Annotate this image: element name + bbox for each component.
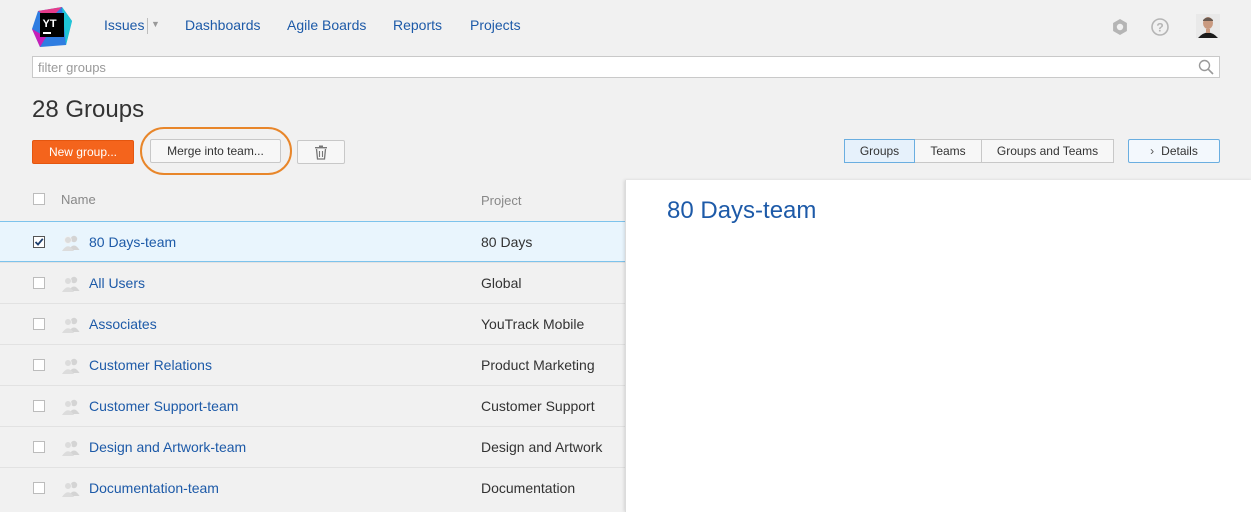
group-project: Design and Artwork: [481, 439, 603, 455]
trash-icon: [315, 145, 327, 160]
help-icon[interactable]: ?: [1150, 17, 1170, 37]
group-icon: [62, 481, 80, 497]
checkmark-icon: [34, 238, 44, 246]
column-project[interactable]: Project: [481, 193, 521, 208]
filter-groups-input[interactable]: [33, 57, 1188, 77]
table-row[interactable]: Documentation-team Documentation: [0, 467, 625, 508]
row-checkbox[interactable]: [33, 359, 45, 371]
nav-projects[interactable]: Projects: [470, 17, 521, 33]
table-header: Name Project: [0, 180, 625, 220]
tab-teams[interactable]: Teams: [914, 139, 982, 163]
logo-text: YT: [43, 18, 57, 30]
tab-groups[interactable]: Groups: [844, 139, 915, 163]
youtrack-logo[interactable]: YT: [32, 7, 72, 47]
column-name[interactable]: Name: [61, 192, 96, 207]
group-icon: [62, 276, 80, 292]
details-button[interactable]: › Details: [1128, 139, 1220, 163]
group-name-link[interactable]: Customer Support-team: [89, 398, 238, 414]
nav-dashboards[interactable]: Dashboards: [185, 17, 261, 33]
group-project: YouTrack Mobile: [481, 316, 585, 332]
tab-groups-and-teams[interactable]: Groups and Teams: [981, 139, 1114, 163]
row-checkbox[interactable]: [33, 400, 45, 412]
settings-icon[interactable]: [1110, 17, 1130, 37]
table-row[interactable]: All Users Global: [0, 262, 625, 303]
row-checkbox[interactable]: [33, 441, 45, 453]
group-icon: [62, 235, 80, 251]
search-icon[interactable]: [1198, 59, 1214, 75]
group-name-link[interactable]: Associates: [89, 316, 157, 332]
new-group-button[interactable]: New group...: [32, 140, 134, 164]
group-project: Customer Support: [481, 398, 595, 414]
table-row[interactable]: Customer Relations Product Marketing: [0, 344, 625, 385]
group-project: Product Marketing: [481, 357, 595, 373]
row-checkbox[interactable]: [33, 482, 45, 494]
group-icon: [62, 440, 80, 456]
group-icon: [62, 399, 80, 415]
filter-groups-box: [32, 56, 1220, 78]
page-title: 28 Groups: [32, 96, 145, 123]
merge-into-team-button[interactable]: Merge into team...: [150, 139, 281, 163]
chevron-right-icon: ›: [1150, 144, 1155, 158]
row-checkbox[interactable]: [33, 277, 45, 289]
group-project: Global: [481, 275, 522, 291]
group-name-link[interactable]: Documentation-team: [89, 480, 219, 496]
nav-reports[interactable]: Reports: [393, 17, 442, 33]
group-icon: [62, 317, 80, 333]
group-icon: [62, 358, 80, 374]
table-row[interactable]: Design and Artwork-team Design and Artwor…: [0, 426, 625, 467]
row-checkbox[interactable]: [33, 318, 45, 330]
avatar[interactable]: [1196, 14, 1220, 38]
nav-issues[interactable]: Issues: [104, 17, 144, 33]
group-name-link[interactable]: All Users: [89, 275, 145, 291]
group-project: 80 Days: [481, 234, 533, 250]
chevron-down-icon[interactable]: ▼: [151, 19, 160, 29]
table-row[interactable]: 80 Days-team 80 Days: [0, 221, 625, 262]
group-name-link[interactable]: 80 Days-team: [89, 234, 176, 250]
groups-table: Name Project 80 Days-team 80 Days All User…: [0, 180, 625, 512]
row-checkbox[interactable]: [33, 236, 45, 248]
delete-button[interactable]: [297, 140, 345, 164]
group-name-link[interactable]: Customer Relations: [89, 357, 212, 373]
details-title[interactable]: 80 Days-team: [667, 197, 816, 225]
select-all-checkbox[interactable]: [33, 193, 45, 205]
nav-separator: [147, 18, 148, 34]
view-switcher: Groups Teams Groups and Teams: [844, 139, 1114, 163]
nav-agile-boards[interactable]: Agile Boards: [287, 17, 366, 33]
details-panel: 80 Days-team: [625, 180, 1251, 512]
svg-text:?: ?: [1156, 21, 1163, 35]
group-project: Documentation: [481, 480, 576, 496]
details-button-label: Details: [1161, 144, 1198, 158]
table-row[interactable]: Customer Support-team Customer Support: [0, 385, 625, 426]
table-row[interactable]: Associates YouTrack Mobile: [0, 303, 625, 344]
group-name-link[interactable]: Design and Artwork-team: [89, 439, 246, 455]
